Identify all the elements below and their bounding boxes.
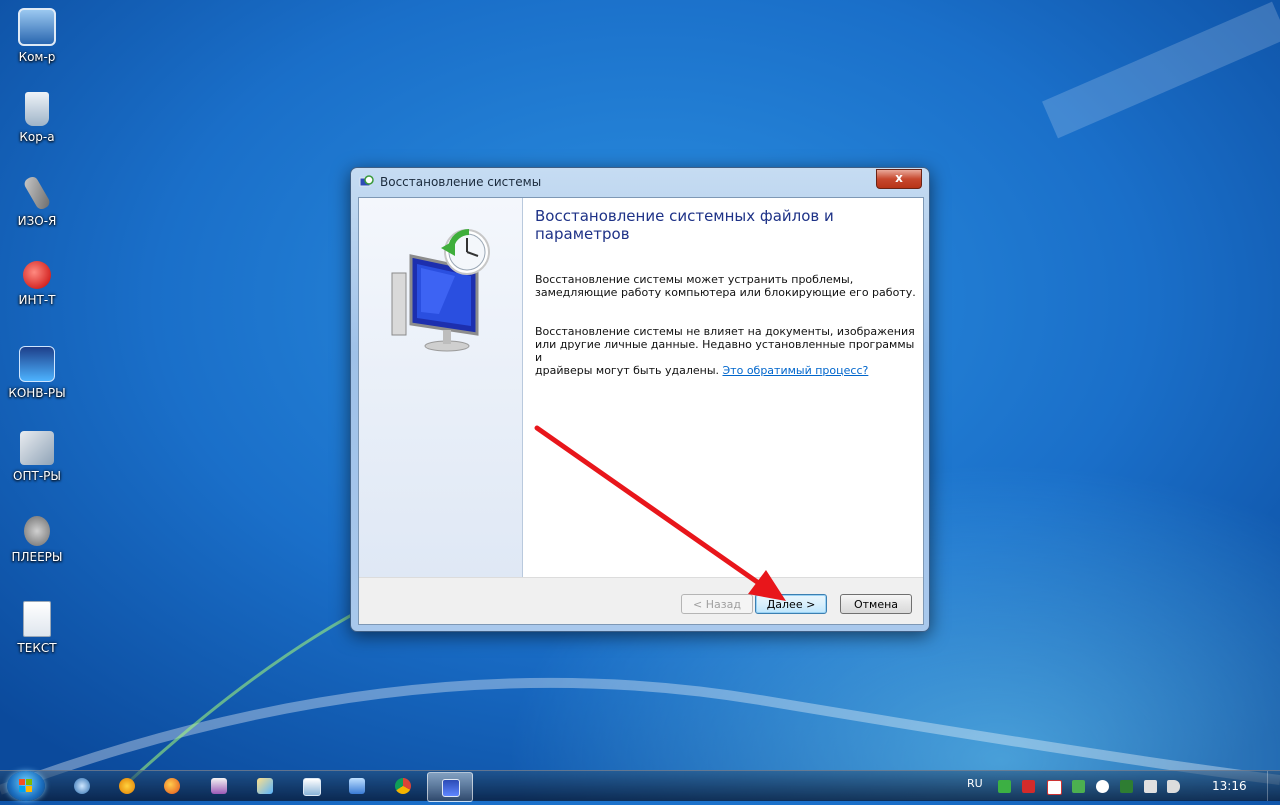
taskbar-item-firefox[interactable]	[150, 772, 194, 800]
trillian-icon	[74, 778, 90, 794]
dialog-title: Восстановление системы	[380, 175, 542, 189]
taskbar-item-avast[interactable]	[105, 772, 149, 800]
desktop-icon-label: КОНВ-РЫ	[8, 386, 66, 400]
dialog-content: Восстановление системных файлов и параме…	[523, 198, 923, 577]
restore-description-paragraph: Восстановление системы может устранить п…	[535, 273, 917, 299]
search-icon[interactable]	[1096, 780, 1109, 793]
desktop-icon-converters[interactable]: КОНВ-РЫ	[6, 346, 68, 400]
paragraph-line: замедляющие работу компьютера или блокир…	[535, 286, 916, 299]
red-book-icon[interactable]	[1022, 780, 1035, 793]
desktop-icon-graphics[interactable]: ИЗО-Я	[6, 174, 68, 228]
flag-icon[interactable]	[1047, 780, 1062, 795]
players-icon	[24, 516, 50, 546]
clock[interactable]: 13:16	[1212, 779, 1247, 793]
network-icon[interactable]	[1072, 780, 1085, 793]
show-desktop-button[interactable]	[1267, 771, 1280, 801]
system-restore-monitor-clock-icon	[391, 228, 490, 352]
reversible-process-link[interactable]: Это обратимый процесс?	[723, 364, 869, 377]
desktop-icon-text[interactable]: ТЕКСТ	[6, 601, 68, 655]
power-icon[interactable]	[1144, 780, 1157, 793]
taskbar: RU 13:16	[0, 770, 1280, 802]
desktop-icon-label: ИНТ-Т	[18, 293, 56, 307]
taskbar-item-paint[interactable]	[243, 772, 287, 800]
chrome-icon	[395, 778, 411, 794]
taskbar-item-monitor-tool[interactable]	[197, 772, 241, 800]
dialog-footer: < Назад Далее > Отмена	[359, 578, 923, 624]
next-button[interactable]: Далее >	[755, 594, 827, 614]
desktop-icon-label: ИЗО-Я	[17, 214, 57, 228]
converters-icon	[19, 346, 55, 382]
text-icon	[23, 601, 51, 637]
desktop-icon-players[interactable]: ПЛЕЕРЫ	[6, 516, 68, 564]
avast-icon	[119, 778, 135, 794]
paragraph-line: или другие личные данные. Недавно устано…	[535, 338, 915, 364]
taskbar-item-media[interactable]	[289, 772, 333, 800]
taskbar-item-chrome[interactable]	[381, 772, 425, 800]
desktop-icon-computer[interactable]: Ком-р	[6, 8, 68, 64]
paragraph-line: Восстановление системы может устранить п…	[535, 273, 854, 286]
firefox-icon	[164, 778, 180, 794]
display-icon	[349, 778, 365, 794]
system-restore-icon	[442, 779, 460, 797]
desktop-icon-internet[interactable]: ИНТ-Т	[6, 261, 68, 307]
dialog-side-panel	[359, 198, 523, 577]
close-button[interactable]: x	[876, 169, 922, 189]
internet-icon	[23, 261, 51, 289]
optimizers-icon	[20, 431, 54, 465]
taskbar-item-display[interactable]	[335, 772, 379, 800]
system-restore-dialog: Восстановление системы x Восстановление …	[350, 167, 930, 632]
back-button[interactable]: < Назад	[681, 594, 753, 614]
green-app-icon[interactable]	[998, 780, 1011, 793]
speaker-icon[interactable]	[1167, 780, 1180, 793]
desktop-icon-label: Ком-р	[18, 50, 56, 64]
graphics-tools-icon	[22, 174, 52, 212]
monitor-tool-icon	[211, 778, 227, 794]
paint-icon	[257, 778, 273, 794]
language-indicator[interactable]: RU	[967, 777, 983, 790]
personal-data-paragraph: Восстановление системы не влияет на доку…	[535, 325, 917, 377]
windows-logo-icon	[19, 779, 32, 792]
dialog-heading: Восстановление системных файлов и параме…	[535, 207, 834, 243]
desktop-icon-recycle-bin[interactable]: Кор-а	[6, 92, 68, 144]
desktop-icon-label: ТЕКСТ	[17, 641, 57, 655]
recycle-bin-icon	[25, 92, 49, 126]
taskbar-item-trillian[interactable]	[60, 772, 104, 800]
desktop-icon-label: Кор-а	[19, 130, 55, 144]
start-button[interactable]	[7, 771, 45, 801]
dialog-client-area: Восстановление системных файлов и параме…	[358, 197, 924, 625]
desktop-icon-label: ПЛЕЕРЫ	[11, 550, 63, 564]
system-restore-icon	[359, 175, 374, 187]
cancel-button[interactable]: Отмена	[840, 594, 912, 614]
paragraph-line: Восстановление системы не влияет на доку…	[535, 325, 915, 338]
taskbar-item-system-restore[interactable]	[427, 772, 473, 802]
desktop-icon-label: ОПТ-РЫ	[13, 469, 61, 483]
media-icon	[303, 778, 321, 796]
dialog-titlebar[interactable]: Восстановление системы x	[351, 168, 929, 196]
computer-icon	[18, 8, 56, 46]
paragraph-line: драйверы могут быть удалены.	[535, 364, 719, 377]
shield-icon[interactable]	[1120, 780, 1133, 793]
desktop-icon-optimizers[interactable]: ОПТ-РЫ	[6, 431, 68, 483]
